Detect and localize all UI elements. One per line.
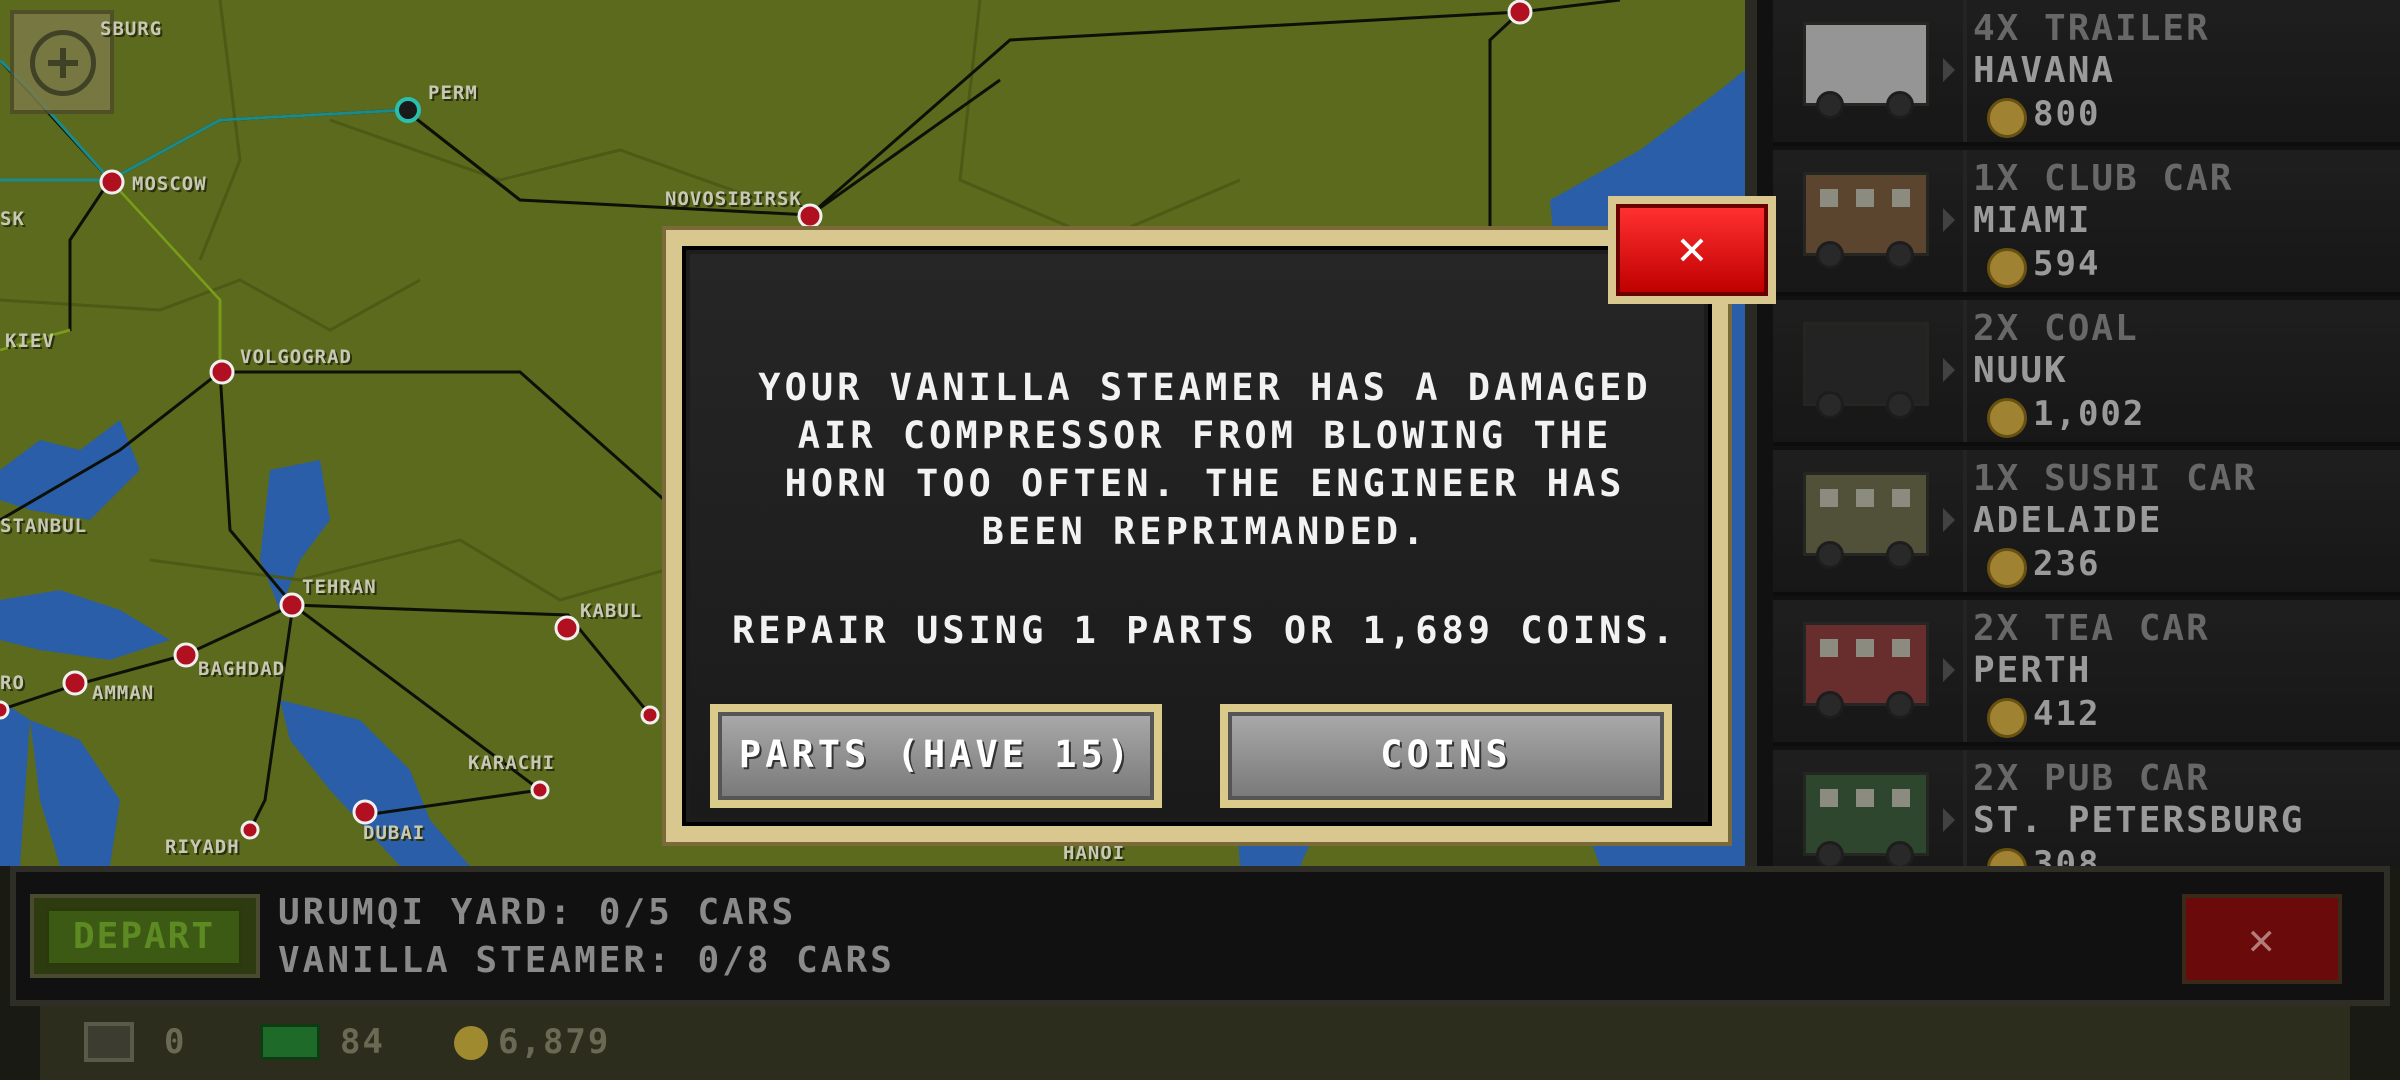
car-price: 236 — [2033, 544, 2101, 584]
cash-count: 84 — [340, 1022, 385, 1062]
car-quantity: 2X COAL — [1973, 308, 2139, 349]
trailer-car-icon — [1803, 22, 1929, 119]
tea-car-icon — [1803, 622, 1929, 719]
chevron-right-icon — [1943, 508, 1955, 532]
car-destination: ADELAIDE — [1973, 500, 2163, 541]
car-quantity: 2X PUB CAR — [1973, 758, 2210, 799]
city-label-novosibirsk: NOVOSIBIRSK — [665, 188, 802, 210]
city-label-minsk: SK — [0, 208, 25, 230]
city-label-kabul: KABUL — [580, 600, 643, 622]
city-label-kiev: KIEV — [5, 330, 55, 352]
coin-icon — [1987, 848, 2027, 866]
car-destination: MIAMI — [1973, 200, 2092, 241]
city-label-amman: AMMAN — [92, 682, 155, 704]
status-bar: 0 84 6,879 — [40, 1006, 2350, 1080]
car-list-panel[interactable]: 4X TRAILER HAVANA 800 1X CLUB CAR MIAMI … — [1745, 0, 2400, 866]
car-quantity: 2X TEA CAR — [1973, 608, 2210, 649]
zoom-in-button[interactable] — [10, 10, 114, 114]
coins-count: 6,879 — [498, 1022, 611, 1062]
car-list-item[interactable]: 1X CLUB CAR MIAMI 594 — [1773, 150, 2400, 296]
city-label-cairo: RO — [0, 672, 25, 694]
car-price: 412 — [2033, 694, 2101, 734]
city-label-baghdad: BAGHDAD — [198, 658, 286, 680]
car-quantity: 1X CLUB CAR — [1973, 158, 2234, 199]
chevron-right-icon — [1943, 658, 1955, 682]
car-quantity: 1X SUSHI CAR — [1973, 458, 2258, 499]
city-label-perm: PERM — [428, 82, 478, 104]
repair-with-coins-button[interactable]: COINS — [1220, 704, 1672, 808]
car-list-item[interactable]: 2X TEA CAR PERTH 412 — [1773, 600, 2400, 746]
repair-with-parts-button[interactable]: PARTS (HAVE 15) — [710, 704, 1162, 808]
close-icon: ✕ — [1616, 204, 1768, 296]
ticket-icon — [84, 1022, 134, 1062]
parts-button-label: PARTS (HAVE 15) — [718, 712, 1154, 800]
tickets-count: 0 — [164, 1022, 187, 1062]
plus-icon — [30, 30, 96, 96]
dialog-message: YOUR VANILLA STEAMER HAS A DAMAGED AIR C… — [758, 366, 1652, 553]
city-label-karachi: KARACHI — [468, 752, 556, 774]
car-price: 800 — [2033, 94, 2101, 134]
car-list-item[interactable]: 2X PUB CAR ST. PETERSBURG 308 — [1773, 750, 2400, 866]
car-destination: NUUK — [1973, 350, 2068, 391]
car-price: 594 — [2033, 244, 2101, 284]
train-status: VANILLA STEAMER: 0/8 CARS — [278, 940, 895, 981]
yard-status: URUMQI YARD: 0/5 CARS — [278, 892, 797, 933]
dialog-close-button[interactable]: ✕ — [1608, 196, 1776, 304]
coin-icon — [454, 1026, 488, 1060]
repair-cost-text: REPAIR USING 1 PARTS OR 1,689 COINS. — [732, 609, 1678, 652]
car-list-item[interactable]: 4X TRAILER HAVANA 800 — [1773, 0, 2400, 146]
city-label-tehran: TEHRAN — [302, 576, 377, 598]
city-label-moscow: MOSCOW — [132, 173, 207, 195]
city-label-volgograd: VOLGOGRAD — [240, 346, 352, 368]
chevron-right-icon — [1943, 58, 1955, 82]
city-label-riyadh: RIYADH — [165, 836, 240, 858]
close-icon: ✕ — [2248, 914, 2275, 965]
chevron-right-icon — [1943, 358, 1955, 382]
pub-car-icon — [1803, 772, 1929, 866]
coin-icon — [1987, 398, 2027, 438]
car-destination: ST. PETERSBURG — [1973, 800, 2305, 841]
coin-icon — [1987, 548, 2027, 588]
depart-label: DEPART — [46, 908, 242, 966]
city-label-istanbul: STANBUL — [0, 515, 88, 537]
coal-car-icon — [1803, 322, 1929, 419]
car-price: 1,002 — [2033, 394, 2146, 434]
car-list-item[interactable]: 2X COAL NUUK 1,002 — [1773, 300, 2400, 446]
repair-dialog: YOUR VANILLA STEAMER HAS A DAMAGED AIR C… — [666, 230, 1728, 842]
city-label-st-petersburg: SBURG — [100, 18, 163, 40]
club-car-icon — [1803, 172, 1929, 269]
coins-button-label: COINS — [1228, 712, 1664, 800]
car-price: 308 — [2033, 844, 2101, 866]
depart-bar: DEPART URUMQI YARD: 0/5 CARS VANILLA STE… — [10, 866, 2390, 1006]
chevron-right-icon — [1943, 808, 1955, 832]
sushi-car-icon — [1803, 472, 1929, 569]
cash-icon — [260, 1024, 320, 1060]
car-destination: PERTH — [1973, 650, 2092, 691]
chevron-right-icon — [1943, 208, 1955, 232]
coin-icon — [1987, 248, 2027, 288]
depart-button[interactable]: DEPART — [30, 894, 260, 978]
car-destination: HAVANA — [1973, 50, 2116, 91]
coin-icon — [1987, 698, 2027, 738]
coin-icon — [1987, 98, 2027, 138]
car-quantity: 4X TRAILER — [1973, 8, 2210, 49]
city-label-dubai: DUBAI — [363, 822, 426, 844]
city-label-hanoi: HANOI — [1063, 842, 1126, 864]
cancel-button[interactable]: ✕ — [2182, 894, 2342, 984]
car-list-item[interactable]: 1X SUSHI CAR ADELAIDE 236 — [1773, 450, 2400, 596]
